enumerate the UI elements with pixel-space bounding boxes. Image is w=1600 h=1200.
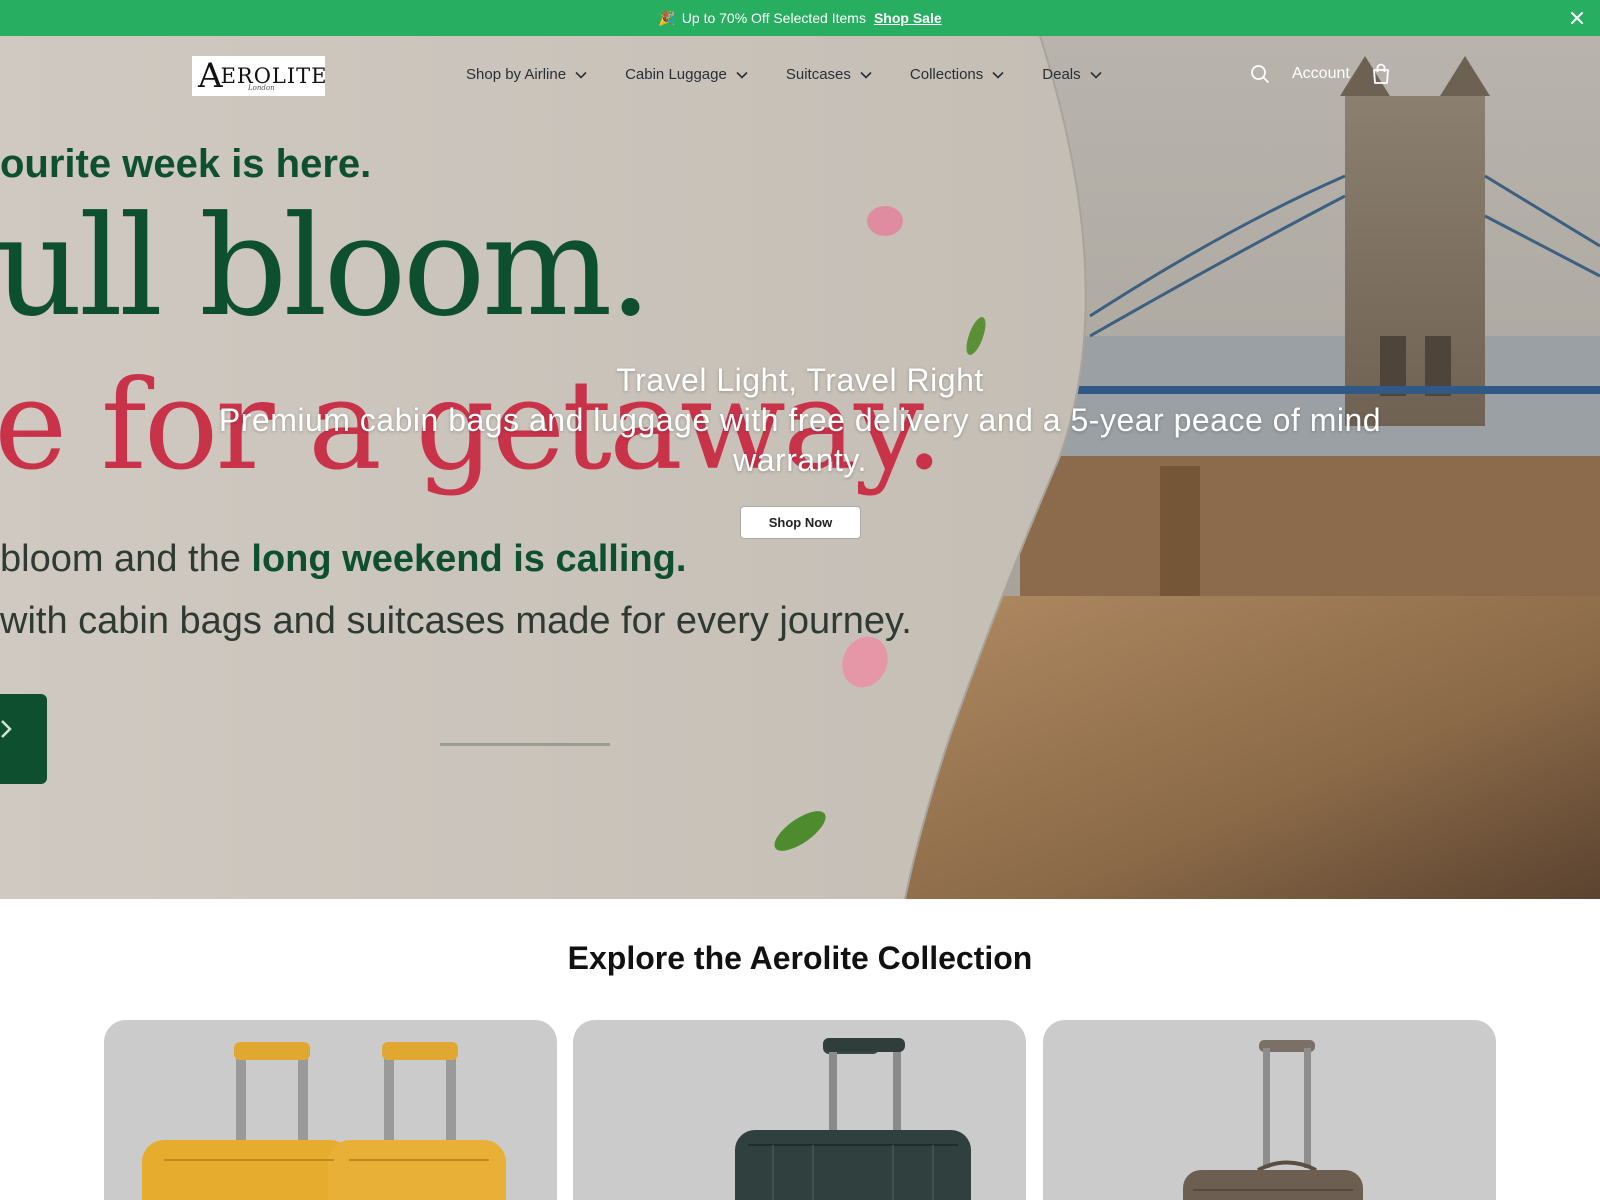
announcement-text: Up to 70% Off Selected Items	[681, 10, 866, 26]
hero-promo-line-5: with cabin bags and suitcases made for e…	[0, 600, 912, 642]
chevron-down-icon	[736, 71, 748, 79]
main-nav: Shop by Airline Cabin Luggage Suitcases …	[466, 66, 1140, 83]
chevron-down-icon	[992, 71, 1004, 79]
hero-title: Travel Light, Travel Right	[616, 362, 984, 398]
nav-shop-by-airline[interactable]: Shop by Airline	[466, 66, 587, 83]
hero-promo-line-2: ull bloom.	[0, 186, 652, 347]
shop-sale-link[interactable]: Shop Sale	[874, 10, 942, 26]
nav-suitcases[interactable]: Suitcases	[786, 66, 872, 83]
collection-card[interactable]	[1043, 1020, 1496, 1200]
chevron-down-icon	[1090, 71, 1102, 79]
brown-suitcase-image	[1183, 1040, 1363, 1200]
nav-label: Suitcases	[785, 66, 851, 83]
green-suitcase-image	[735, 1038, 971, 1200]
chevron-down-icon	[860, 71, 872, 79]
hero-promo-line-4b: long weekend is calling.	[251, 538, 687, 580]
collection-card[interactable]	[104, 1020, 557, 1200]
nav-label: Cabin Luggage	[625, 66, 727, 83]
nav-label: Shop by Airline	[466, 66, 567, 83]
logo-letter: A	[198, 56, 223, 96]
yellow-suitcase-image	[142, 1042, 506, 1200]
announcement-bar: 🎉 Up to 70% Off Selected Items Shop Sale	[0, 0, 1600, 36]
close-icon[interactable]	[1568, 9, 1586, 27]
nav-cabin-luggage[interactable]: Cabin Luggage	[625, 66, 748, 83]
shop-now-button[interactable]: Shop Now	[740, 506, 861, 539]
chevron-down-icon	[575, 71, 587, 79]
nav-collections[interactable]: Collections	[910, 66, 1004, 83]
shopping-bag-icon[interactable]	[1370, 62, 1392, 86]
hero-subtitle: Premium cabin bags and luggage with free…	[218, 402, 1382, 478]
nav-deals[interactable]: Deals	[1042, 66, 1102, 83]
hero-promo-line-4a: bloom and the	[0, 538, 252, 580]
hero-promo-line-4: bloom and the long weekend is calling.	[0, 538, 686, 581]
logo-subtitle: London	[248, 84, 275, 92]
nav-label: Deals	[1042, 66, 1081, 83]
search-icon[interactable]	[1248, 62, 1272, 86]
site-header: A EROLITE London Shop by Airline Cabin L…	[0, 36, 1600, 116]
hero-banner: ourite week is here. ull bloom. e for a …	[0, 36, 1600, 899]
header-actions: Account	[1248, 62, 1392, 86]
collection-card[interactable]	[573, 1020, 1026, 1200]
aerolite-logo[interactable]: A EROLITE London	[192, 56, 327, 96]
nav-label: Collections	[909, 66, 984, 83]
hero-promo-line-1: ourite week is here.	[0, 142, 372, 186]
account-link[interactable]: Account	[1292, 65, 1350, 83]
collection-heading: Explore the Aerolite Collection	[567, 940, 1033, 976]
party-icon: 🎉	[658, 9, 676, 26]
